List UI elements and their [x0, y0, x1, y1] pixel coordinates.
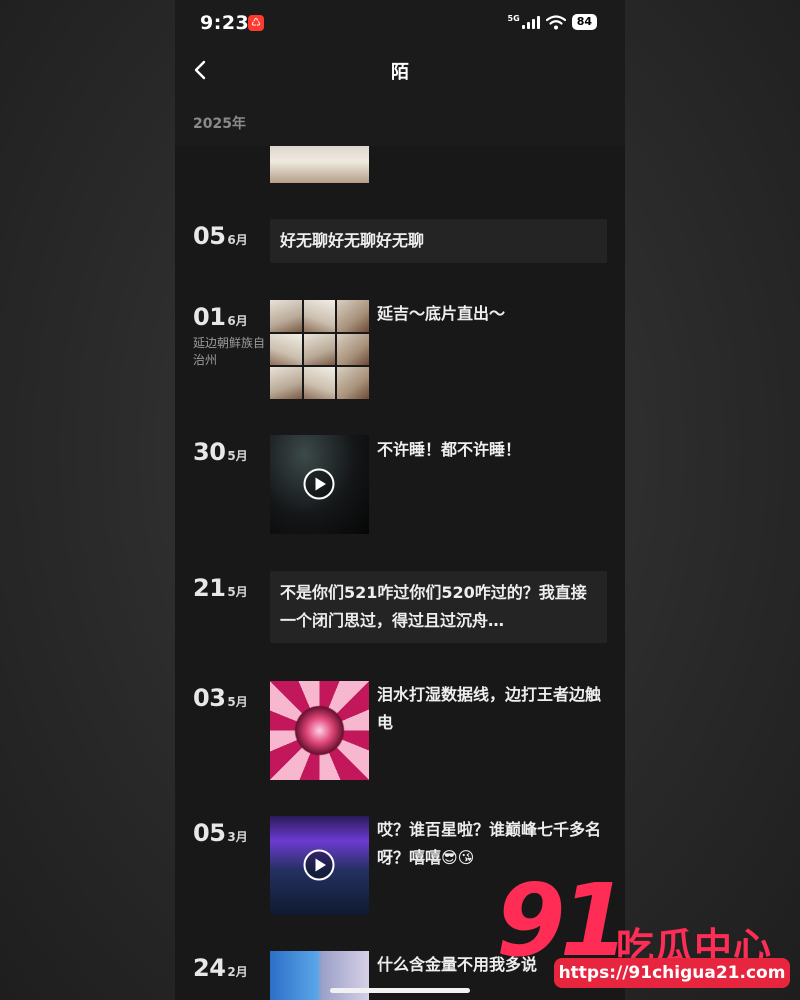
- wifi-icon: [545, 14, 566, 29]
- year-section-header: 2025年: [175, 92, 625, 146]
- battery-indicator: 84: [571, 14, 597, 30]
- home-indicator[interactable]: [330, 988, 470, 993]
- post-month: 6月: [227, 233, 248, 247]
- video-thumbnail[interactable]: [270, 816, 369, 915]
- post-month: 5月: [227, 695, 248, 709]
- partial-post-photo[interactable]: [270, 140, 369, 183]
- phone-screen: 05 6月 好无聊好无聊好无聊 01 6月 延边朝鲜族自治州 延吉～底片直出～ 30…: [175, 0, 625, 1000]
- post-month: 2月: [227, 965, 248, 979]
- post-caption: 延吉～底片直出～: [377, 304, 506, 323]
- post-day: 05: [193, 819, 226, 847]
- photo-grid-thumbnail[interactable]: [270, 300, 369, 399]
- watermark-logo: 91 吃瓜中心 https://91chigua21.com: [496, 862, 796, 996]
- post-day: 21: [193, 574, 226, 602]
- post-day: 03: [193, 684, 226, 712]
- post-day: 24: [193, 954, 226, 982]
- post-text: 不是你们521咋过你们520咋过的？我直接一个闭门思过，得过且过沉舟…: [280, 583, 587, 630]
- status-bar: 9:23 ♺ 5G 84: [175, 0, 625, 48]
- post-caption: 不许睡！都不许睡！: [377, 440, 522, 459]
- year-label: 2025年: [193, 116, 246, 132]
- header-bar: 陌: [175, 48, 625, 92]
- post-date: 03 5月: [193, 684, 248, 712]
- post-day: 01: [193, 303, 226, 331]
- status-icons: 5G 84: [508, 14, 597, 30]
- post-month: 5月: [227, 585, 248, 599]
- post-date: 05 6月: [193, 222, 248, 250]
- timeline-feed[interactable]: 05 6月 好无聊好无聊好无聊 01 6月 延边朝鲜族自治州 延吉～底片直出～ 30…: [175, 0, 625, 1000]
- post-date: 21 5月: [193, 574, 248, 602]
- app-notification-icon: ♺: [248, 15, 264, 31]
- post-date: 05 3月: [193, 819, 248, 847]
- post-date: 30 5月: [193, 438, 248, 466]
- post-day: 30: [193, 438, 226, 466]
- video-thumbnail[interactable]: [270, 435, 369, 534]
- post-date: 01 6月 延边朝鲜族自治州: [193, 303, 273, 369]
- post-caption: 泪水打湿数据线，边打王者边触电: [377, 685, 602, 732]
- post-month: 6月: [227, 314, 248, 328]
- post-location: 延边朝鲜族自治州: [193, 336, 266, 367]
- post-day: 05: [193, 222, 226, 250]
- network-type: 5G: [507, 13, 520, 23]
- play-icon: [303, 849, 335, 881]
- post-text: 好无聊好无聊好无聊: [280, 231, 425, 250]
- post-month: 3月: [227, 830, 248, 844]
- post-month: 5月: [227, 449, 248, 463]
- text-post-card[interactable]: 不是你们521咋过你们520咋过的？我直接一个闭门思过，得过且过沉舟…: [270, 571, 607, 643]
- post-date: 24 2月: [193, 954, 248, 982]
- page-title: 陌: [391, 62, 409, 83]
- signal-icon: [521, 15, 540, 29]
- clock: 9:23: [200, 12, 250, 34]
- watermark-url: https://91chigua21.com: [554, 958, 790, 988]
- text-post-card[interactable]: 好无聊好无聊好无聊: [270, 219, 607, 263]
- image-thumbnail[interactable]: [270, 681, 369, 780]
- play-icon: [303, 468, 335, 500]
